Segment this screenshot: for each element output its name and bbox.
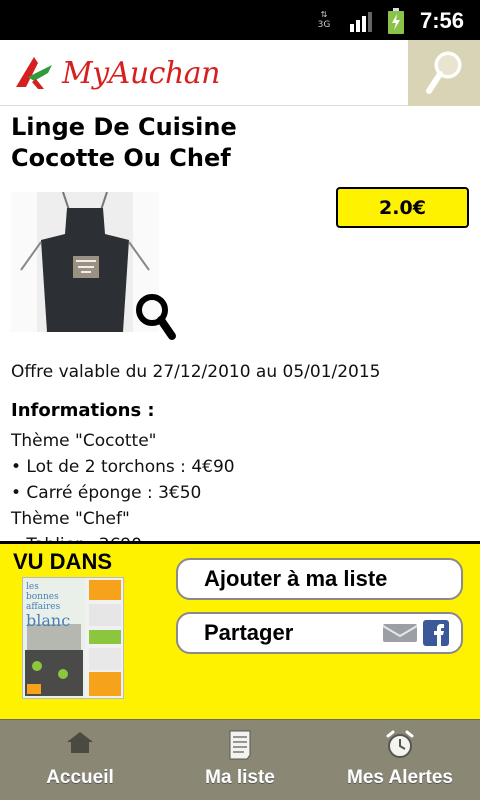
catalog-title: les bonnes affaires blanc [26,582,84,630]
catalog-word: les [26,582,39,592]
nav-my-list[interactable]: Ma liste [160,720,320,800]
email-icon[interactable] [383,622,417,644]
info-line: • Lot de 2 torchons : 4€90 [11,457,235,477]
nav-home[interactable]: Accueil [0,720,160,800]
action-panel: VU DANS les bonnes affaires blanc Ajoute… [0,541,480,719]
catalog-word: bonnes [26,592,59,602]
share-label: Partager [204,620,294,645]
product-detail: Linge De Cuisine Cocotte Ou Chef 2.0€ Of… [0,106,480,541]
info-line: Thème "Cocotte" [11,431,157,451]
nav-alerts[interactable]: Mes Alertes [320,720,480,800]
nav-my-list-label: Ma liste [205,767,275,788]
bottom-navigation: Accueil Ma liste Mes Alertes [0,719,480,800]
app-logo[interactable]: MyAuchan [14,50,220,96]
info-line: • Carré éponge : 3€50 [11,483,202,503]
info-line: • Tablier : 3€90 [11,532,235,541]
share-button[interactable]: Partager [176,612,463,654]
app-header: MyAuchan [0,40,480,106]
zoom-icon[interactable] [134,292,178,342]
nav-alerts-label: Mes Alertes [347,767,453,788]
status-bar: ⇅ 3G 7:56 [0,0,480,40]
alarm-clock-icon [386,730,414,758]
auchan-bird-logo-icon [16,57,52,89]
offer-validity: Offre valable du 27/12/2010 au 05/01/201… [11,362,381,382]
share-icons [383,620,449,646]
facebook-icon[interactable] [423,620,449,646]
clock: 7:56 [420,8,465,33]
home-icon [67,732,93,753]
app-name: MyAuchan [62,55,220,91]
add-to-list-button[interactable]: Ajouter à ma liste [176,558,463,600]
price-badge: 2.0€ [336,187,469,228]
battery-icon [388,8,404,34]
nav-home-label: Accueil [46,767,114,788]
magnifier-icon [426,51,462,94]
add-to-list-label: Ajouter à ma liste [204,566,388,591]
product-title-line-1: Linge De Cuisine [11,113,237,141]
info-line: Thème "Chef" [11,509,130,529]
network-3g-icon: ⇅ 3G [317,10,331,30]
seen-in-label: VU DANS [13,549,113,574]
network-type-label: 3G [317,20,331,30]
product-title: Linge De Cuisine Cocotte Ou Chef [11,112,331,174]
catalog-word: blanc [26,611,71,630]
product-title-line-2: Cocotte Ou Chef [11,144,231,172]
info-heading: Informations : [11,400,155,421]
search-button[interactable] [408,40,480,106]
list-icon [229,730,251,760]
info-list: Thème "Cocotte" • Lot de 2 torchons : 4€… [11,428,235,541]
signal-icon [350,12,372,32]
catalog-thumbnail[interactable]: les bonnes affaires blanc [22,577,124,699]
